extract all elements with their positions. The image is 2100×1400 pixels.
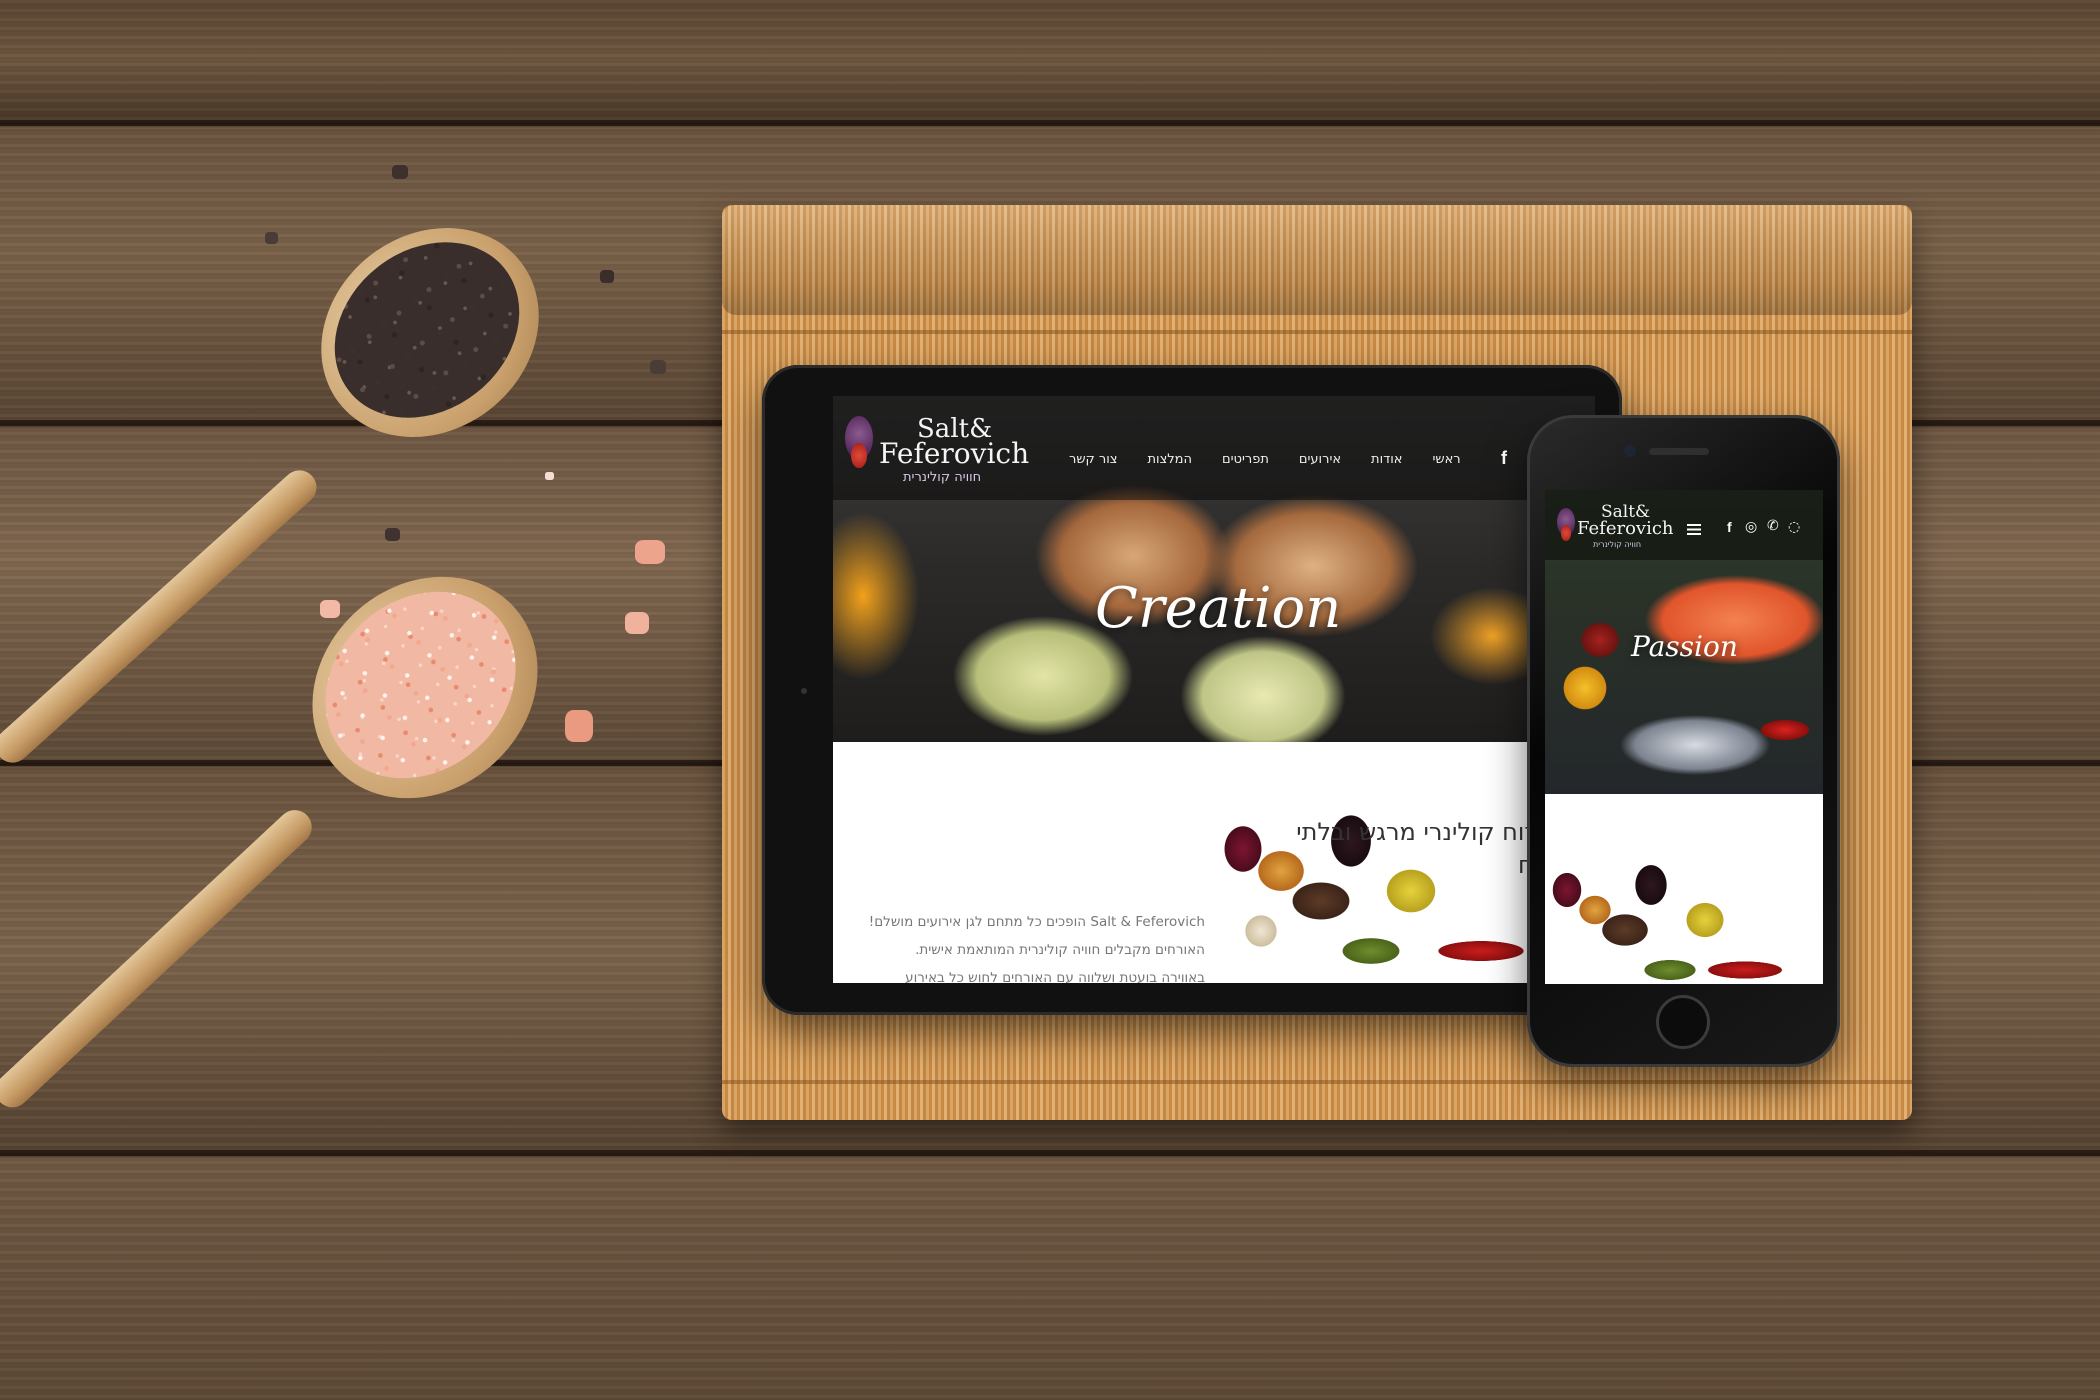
tablet-paragraph: Salt & Feferovich הופכים כל מתחם לגן איר…	[833, 908, 1205, 983]
instagram-icon[interactable]: ◎	[1745, 520, 1757, 534]
facebook-icon[interactable]: f	[1727, 520, 1732, 534]
nav-item-contact[interactable]: צור קשר	[1069, 452, 1118, 467]
tablet-hero-script: Creation	[1095, 576, 1342, 641]
mat-thread	[722, 1080, 1912, 1084]
phone-speaker	[1649, 448, 1709, 455]
tablet-camera	[801, 688, 807, 694]
phone-icon[interactable]: ✆	[1767, 519, 1779, 533]
nav-item-home[interactable]: ראשי	[1432, 452, 1460, 467]
paragraph-line: האורחים מקבלים חוויה קולינרית המותאמת אי…	[915, 942, 1205, 958]
paragraph-line: Salt & Feferovich הופכים כל מתחם לגן איר…	[868, 914, 1205, 930]
mat-thread	[722, 330, 1912, 334]
brand-line2[interactable]: Feferovich	[879, 440, 1029, 468]
phone-hero-script: Passion	[1631, 630, 1738, 663]
brand-tagline: חוויה קולינרית	[903, 470, 982, 485]
paragraph-line: באווירה בועטת ושלווה עם האורחים לחוש כל …	[905, 970, 1205, 983]
brand-line2[interactable]: Feferovich	[1577, 520, 1674, 538]
tablet-nav: ראשי אודות אירועים תפריטים המלצות צור קש…	[1069, 452, 1461, 467]
tablet-header: Salt& Feferovich חוויה קולינרית ראשי אוד…	[833, 396, 1595, 500]
phone-header: Salt& Feferovich חוויה קולינרית f ◎ ✆ ◌	[1545, 490, 1823, 560]
bamboo-mat-roll	[722, 205, 1912, 315]
tablet-screen: Salt& Feferovich חוויה קולינרית ראשי אוד…	[833, 396, 1595, 983]
tablet-headline: לאירוח קולינרי מרגש ובלתי נשכח	[1296, 818, 1573, 879]
facebook-icon[interactable]: f	[1501, 448, 1507, 469]
nav-item-events[interactable]: אירועים	[1299, 452, 1341, 467]
phone-home-button[interactable]	[1656, 995, 1710, 1049]
hamburger-icon[interactable]	[1687, 524, 1701, 535]
logo-icon[interactable]	[1557, 508, 1575, 542]
wood-seam	[0, 1150, 2100, 1156]
phone-food-image	[1545, 830, 1823, 980]
logo-icon[interactable]	[845, 416, 873, 468]
phone-camera	[1624, 445, 1636, 457]
brand-tagline: חוויה קולינרית	[1593, 540, 1642, 549]
nav-item-about[interactable]: אודות	[1371, 452, 1402, 467]
whatsapp-icon[interactable]: ◌	[1788, 520, 1800, 534]
phone-screen: Salt& Feferovich חוויה קולינרית f ◎ ✆ ◌ …	[1545, 490, 1823, 984]
wood-seam	[0, 120, 2100, 126]
nav-item-menus[interactable]: תפריטים	[1222, 452, 1269, 467]
nav-item-reviews[interactable]: המלצות	[1148, 452, 1193, 467]
